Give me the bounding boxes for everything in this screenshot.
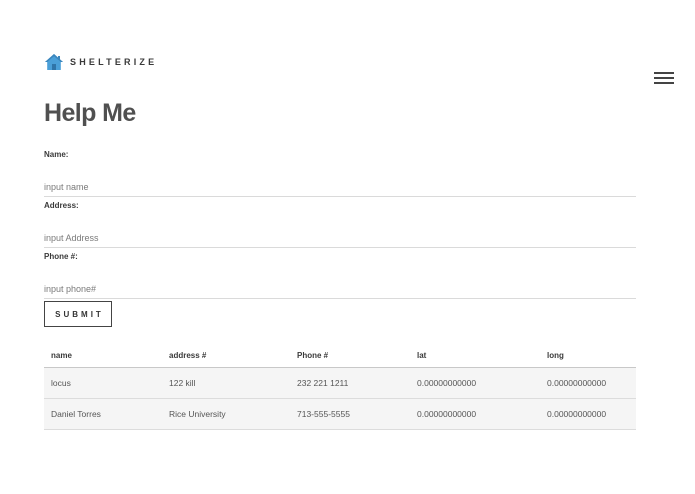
phone-input[interactable] [44, 279, 636, 299]
shelter-requests-table: name address # Phone # lat long locus 12… [44, 343, 636, 430]
address-label: Address: [44, 201, 79, 210]
name-label: Name: [44, 150, 69, 159]
cell-lat: 0.00000000000 [410, 367, 540, 399]
header-phone: Phone # [290, 343, 410, 368]
name-input[interactable] [44, 177, 636, 197]
cell-name: Daniel Torres [44, 398, 162, 430]
table-row: locus 122 kill 232 221 1211 0.0000000000… [44, 367, 636, 399]
cell-phone: 232 221 1211 [290, 367, 410, 399]
table-row: Daniel Torres Rice University 713-555-55… [44, 398, 636, 430]
help-form: Name: Address: Phone #: [44, 150, 636, 303]
header-lat: lat [410, 343, 540, 368]
cell-lat: 0.00000000000 [410, 398, 540, 430]
header-address: address # [162, 343, 290, 368]
cell-phone: 713-555-5555 [290, 398, 410, 430]
cell-address: 122 kill [162, 367, 290, 399]
page: SHELTERIZE Help Me Name: Address: Phone … [0, 0, 695, 494]
cell-long: 0.00000000000 [540, 398, 636, 430]
table-header-row: name address # Phone # lat long [44, 343, 636, 368]
cell-address: Rice University [162, 398, 290, 430]
address-input[interactable] [44, 228, 636, 248]
brand-name: SHELTERIZE [70, 57, 158, 67]
name-field-group: Name: [44, 150, 636, 201]
header-long: long [540, 343, 636, 368]
house-icon [45, 54, 63, 70]
cell-long: 0.00000000000 [540, 367, 636, 399]
page-title: Help Me [44, 99, 136, 127]
address-field-group: Address: [44, 201, 636, 252]
brand-logo[interactable]: SHELTERIZE [44, 52, 157, 72]
hamburger-menu-icon[interactable] [654, 70, 676, 86]
header-name: name [44, 343, 162, 368]
submit-button[interactable]: SUBMIT [44, 301, 112, 327]
phone-label: Phone #: [44, 252, 78, 261]
cell-name: locus [44, 367, 162, 399]
phone-field-group: Phone #: [44, 252, 636, 303]
